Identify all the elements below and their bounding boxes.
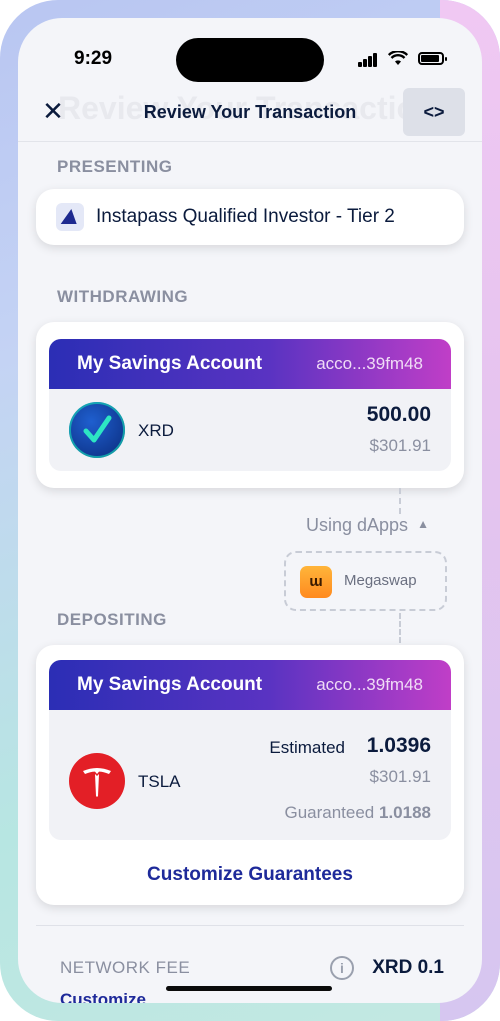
status-bar: 9:29 xyxy=(18,18,482,88)
token-usd-value: $301.91 xyxy=(369,767,431,786)
account-header: My Savings Account acco...39fm48 xyxy=(49,339,451,389)
account-address[interactable]: acco...39fm48 xyxy=(316,354,423,374)
dapp-item[interactable]: ɯ Megaswap xyxy=(284,551,447,611)
dynamic-island xyxy=(176,38,324,82)
wifi-icon xyxy=(387,50,409,71)
section-divider xyxy=(36,925,464,926)
status-time: 9:29 xyxy=(74,48,113,69)
withdraw-account: My Savings Account acco...39fm48 XRD 500… xyxy=(49,339,451,471)
guaranteed-amount: Guaranteed 1.0188 xyxy=(284,803,431,823)
network-fee-label: NETWORK FEE xyxy=(60,958,191,977)
battery-icon xyxy=(418,52,447,65)
withdraw-card: My Savings Account acco...39fm48 XRD 500… xyxy=(36,322,464,488)
megaswap-logo-icon: ɯ xyxy=(300,566,332,598)
flow-connector xyxy=(399,613,401,643)
customize-fee-link[interactable]: Customize xyxy=(60,990,146,1003)
depositing-heading: DEPOSITING xyxy=(57,610,167,629)
account-name: My Savings Account xyxy=(77,353,263,374)
deposit-account: My Savings Account acco...39fm48 TSLA Es… xyxy=(49,660,451,840)
withdrawing-heading: WITHDRAWING xyxy=(57,287,189,306)
raw-manifest-toggle-button[interactable]: <> xyxy=(403,88,465,136)
signal-icon xyxy=(358,53,378,67)
home-indicator[interactable] xyxy=(166,986,332,991)
info-icon[interactable]: i xyxy=(330,956,354,980)
presenting-badge-card[interactable]: Instapass Qualified Investor - Tier 2 xyxy=(36,189,464,245)
token-symbol: TSLA xyxy=(138,772,181,791)
token-usd-value: $301.91 xyxy=(369,436,431,455)
token-symbol: XRD xyxy=(138,421,174,440)
guaranteed-value: 1.0188 xyxy=(379,803,431,822)
dapp-name: Megaswap xyxy=(344,572,417,589)
badge-name: Instapass Qualified Investor - Tier 2 xyxy=(96,206,395,227)
account-address[interactable]: acco...39fm48 xyxy=(316,675,423,695)
estimated-label: Estimated xyxy=(269,738,345,757)
customize-guarantees-link[interactable]: Customize Guarantees xyxy=(36,864,464,886)
token-amount: 500.00 xyxy=(366,403,431,426)
instapass-logo-icon xyxy=(56,203,84,231)
deposit-card: My Savings Account acco...39fm48 TSLA Es… xyxy=(36,645,464,905)
tesla-logo-icon xyxy=(69,753,125,809)
chevron-up-icon: ▲ xyxy=(417,517,429,531)
account-name: My Savings Account xyxy=(77,674,263,695)
network-fee-value: XRD 0.1 xyxy=(372,957,444,978)
using-dapps-toggle[interactable]: Using dApps ▲ xyxy=(306,515,429,536)
guaranteed-label: Guaranteed xyxy=(284,803,375,822)
phone-screen: 9:29 Review Your Transaction ✕ Review Yo… xyxy=(18,18,482,1003)
account-header: My Savings Account acco...39fm48 xyxy=(49,660,451,710)
xrd-token-icon xyxy=(69,402,125,458)
flow-connector xyxy=(399,488,401,514)
using-dapps-label: Using dApps xyxy=(306,515,409,535)
token-amount: 1.0396 xyxy=(366,734,431,757)
presenting-heading: PRESENTING xyxy=(57,157,173,176)
navigation-header: ✕ Review Your Transaction <> xyxy=(18,88,482,142)
